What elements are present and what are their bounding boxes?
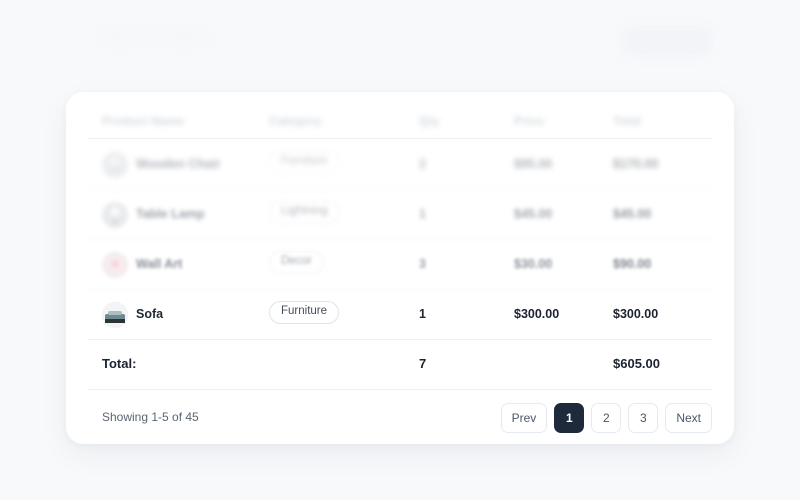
sofa-thumbnail: [102, 302, 128, 328]
table-row[interactable]: Wooden Chair Furniture 2 $85.00 $170.00: [66, 139, 734, 189]
category-badge: Decor: [269, 251, 324, 274]
wooden-chair-thumbnail: [102, 152, 128, 178]
total-value: $170.00: [613, 157, 659, 171]
pagination-page-2-button[interactable]: 2: [591, 403, 622, 433]
pagination-next-button[interactable]: Next: [665, 403, 712, 433]
category-badge: Furniture: [269, 301, 340, 324]
totals-label: Total:: [102, 356, 137, 371]
qty-value: 1: [419, 207, 426, 221]
total-value: $90.00: [613, 257, 652, 271]
price-value: $30.00: [514, 257, 553, 271]
price-value: $85.00: [514, 157, 553, 171]
table-lamp-thumbnail: [102, 202, 128, 228]
table-header-row: Product Name Category Qty Price Total: [66, 92, 734, 138]
column-header-category: Category: [269, 114, 322, 128]
pagination: Prev 1 2 3 Next: [500, 403, 712, 433]
table-row[interactable]: Wall Art Decor 3 $30.00 $90.00: [66, 239, 734, 289]
product-name: Wall Art: [136, 257, 183, 271]
total-value: $45.00: [613, 207, 652, 221]
qty-value: 2: [419, 157, 426, 171]
qty-value: 1: [419, 307, 426, 321]
pagination-page-1-button[interactable]: 1: [554, 403, 585, 433]
page-title: Recent Orders: [102, 30, 208, 47]
table-row[interactable]: Sofa Furniture 1 $300.00 $300.00: [66, 289, 734, 339]
column-header-qty: Qty: [419, 114, 440, 128]
column-header-total: Total: [613, 114, 642, 128]
column-header-product-name: Product Name: [102, 114, 185, 128]
total-value: $300.00: [613, 307, 659, 321]
wall-art-thumbnail: [102, 252, 128, 278]
totals-qty: 7: [419, 356, 427, 371]
totals-total: $605.00: [613, 356, 660, 371]
price-value: $45.00: [514, 207, 553, 221]
showing-range-label: Showing 1-5 of 45: [102, 410, 199, 424]
qty-value: 3: [419, 257, 426, 271]
pagination-prev-button[interactable]: Prev: [500, 403, 548, 433]
category-badge: Furniture: [269, 151, 340, 174]
product-name: Sofa: [136, 307, 164, 321]
category-badge: Lightning: [269, 201, 340, 224]
pagination-page-3-button[interactable]: 3: [628, 403, 659, 433]
table-footer: Showing 1-5 of 45 Prev 1 2 3 Next: [66, 389, 734, 444]
column-header-price: Price: [514, 114, 544, 128]
product-name: Wooden Chair: [136, 157, 221, 171]
page-header-ghost: Recent Orders Export: [66, 14, 734, 74]
product-name: Table Lamp: [136, 207, 205, 221]
export-button[interactable]: Export: [622, 28, 712, 56]
export-button-label: Export: [649, 35, 685, 47]
price-value: $300.00: [514, 307, 560, 321]
orders-table-card: Product Name Category Qty Price Total Wo…: [66, 92, 734, 444]
table-row[interactable]: Table Lamp Lightning 1 $45.00 $45.00: [66, 189, 734, 239]
table-totals-row: Total: 7 $605.00: [66, 339, 734, 389]
